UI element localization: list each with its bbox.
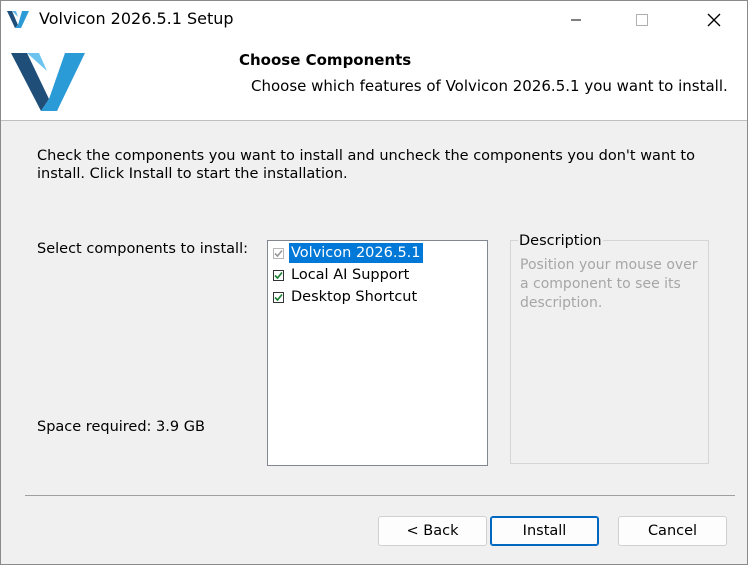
footer-divider — [25, 495, 735, 496]
instructions-text: Check the components you want to install… — [37, 148, 695, 182]
component-checkbox[interactable] — [273, 291, 284, 303]
component-label: Local AI Support — [291, 267, 410, 283]
back-button[interactable]: < Back — [378, 516, 487, 546]
volvicon-logo-icon — [11, 53, 85, 111]
component-item-desktop-shortcut[interactable]: Desktop Shortcut — [273, 287, 419, 307]
window-title: Volvicon 2026.5.1 Setup — [39, 9, 234, 28]
page-title: Choose Components — [239, 51, 412, 69]
cancel-button[interactable]: Cancel — [618, 516, 727, 546]
component-checkbox[interactable] — [273, 247, 284, 259]
component-item-volvicon[interactable]: Volvicon 2026.5.1 — [273, 243, 423, 263]
close-button[interactable] — [691, 1, 737, 38]
minimize-icon — [571, 19, 581, 20]
component-checkbox[interactable] — [273, 269, 284, 281]
component-item-local-ai[interactable]: Local AI Support — [273, 265, 411, 285]
space-required-label: Space required: 3.9 GB — [37, 419, 205, 435]
component-label: Desktop Shortcut — [291, 289, 418, 305]
description-title: Description — [518, 233, 603, 249]
components-tree[interactable]: Volvicon 2026.5.1 Local AI Support Deskt… — [267, 240, 488, 466]
header-divider — [1, 120, 747, 121]
maximize-icon — [636, 13, 648, 26]
checkmark-icon — [274, 293, 283, 301]
component-label: Volvicon 2026.5.1 — [289, 243, 423, 263]
description-text: Position your mouse over a component to … — [520, 257, 698, 311]
select-components-label: Select components to install: — [37, 241, 248, 257]
close-icon — [707, 13, 721, 26]
checkmark-icon — [274, 249, 283, 257]
page-subtitle: Choose which features of Volvicon 2026.5… — [251, 77, 728, 95]
setup-window: Volvicon 2026.5.1 Setup Choose Component… — [0, 0, 748, 565]
minimize-button[interactable] — [553, 1, 599, 38]
maximize-button[interactable] — [619, 1, 665, 38]
checkmark-icon — [274, 271, 283, 279]
title-bar[interactable]: Volvicon 2026.5.1 Setup — [1, 1, 747, 38]
wizard-header: Choose Components Choose which features … — [1, 38, 747, 120]
app-logo-icon — [7, 11, 29, 28]
install-button[interactable]: Install — [490, 516, 599, 546]
